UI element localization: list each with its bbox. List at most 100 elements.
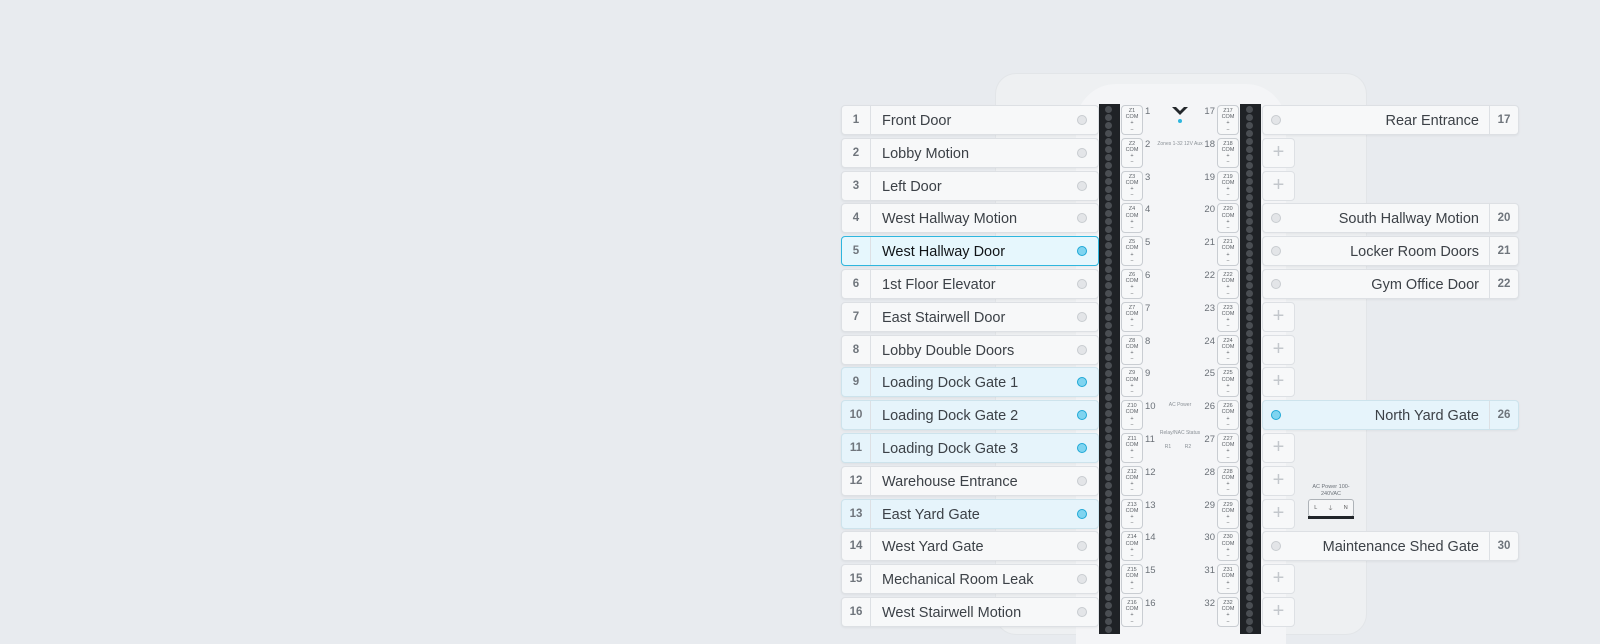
add-zone-button[interactable]: + [1262, 170, 1295, 201]
terminal-screw [1246, 282, 1253, 289]
terminal-screw [1246, 346, 1253, 353]
zone-row[interactable]: 15 Mechanical Room Leak [841, 564, 1099, 595]
add-zone-button[interactable]: + [1262, 564, 1295, 595]
zone-row[interactable]: 21 Locker Room Doors [1262, 236, 1519, 267]
add-zone-button[interactable]: + [1262, 334, 1295, 365]
zone-row[interactable]: 5 West Hallway Door [841, 236, 1099, 267]
zone-row[interactable]: 8 Lobby Double Doors [841, 334, 1099, 365]
terminal-screw [1105, 322, 1112, 329]
terminal-screw [1105, 562, 1112, 569]
terminal-screw [1105, 250, 1112, 257]
terminal-screw [1246, 522, 1253, 529]
terminal-block-z4: Z4 COM + − [1121, 203, 1143, 234]
terminal-screw [1105, 306, 1112, 313]
zone-number: 20 [1489, 204, 1518, 233]
terminal-minus-label: − [1130, 487, 1134, 494]
terminal-screw [1246, 314, 1253, 321]
terminal-number: 23 [1204, 302, 1215, 314]
terminal-minus-label: − [1130, 323, 1134, 330]
zone-row[interactable]: 22 Gym Office Door [1262, 269, 1519, 299]
terminal-screw [1105, 610, 1112, 617]
terminal-number: 11 [1145, 434, 1155, 445]
zone-row[interactable]: 20 South Hallway Motion [1262, 203, 1519, 234]
add-zone-button[interactable]: + [1262, 465, 1295, 496]
add-zone-button[interactable]: + [1262, 367, 1295, 398]
zone-row[interactable]: 3 Left Door [841, 170, 1099, 201]
zone-label: Warehouse Entrance [882, 473, 1018, 490]
terminal-screw [1246, 506, 1253, 513]
zone-status-indicator [1077, 213, 1087, 224]
terminal-screw [1246, 210, 1253, 217]
terminal-screw [1246, 338, 1253, 345]
zone-number: 10 [842, 401, 871, 430]
terminal-screw [1246, 306, 1253, 313]
terminal-screw [1246, 434, 1253, 441]
add-zone-button[interactable]: + [1262, 137, 1295, 168]
ac-power-connector: L ⏚ N [1308, 499, 1354, 517]
terminal-screw [1246, 490, 1253, 497]
terminal-minus-label: − [1226, 520, 1230, 527]
terminal-screw [1105, 410, 1112, 417]
terminal-screw [1246, 386, 1253, 393]
terminal-screw [1246, 402, 1253, 409]
terminal-screw [1246, 426, 1253, 433]
zone-row[interactable]: 9 Loading Dock Gate 1 [841, 367, 1099, 398]
terminal-screw [1105, 162, 1112, 169]
zone-label: Lobby Motion [882, 145, 970, 162]
zone-label: Left Door [882, 178, 942, 195]
zone-number: 2 [842, 138, 871, 167]
terminal-screw [1105, 554, 1112, 561]
zone-status-indicator [1077, 508, 1087, 519]
terminal-screw [1105, 290, 1112, 297]
zone-row[interactable]: 1 Front Door [841, 105, 1099, 135]
terminal-screw [1105, 114, 1112, 121]
terminal-minus-label: − [1130, 192, 1134, 199]
terminal-screw [1105, 186, 1112, 193]
add-zone-button[interactable]: + [1262, 597, 1295, 627]
terminal-screw [1105, 466, 1112, 473]
terminal-block-z28: Z28 COM + − [1217, 465, 1239, 496]
left-terminal-strip [1099, 104, 1120, 634]
zone-row[interactable]: 26 North Yard Gate [1262, 400, 1519, 431]
plug-ground-label: ⏚ [1327, 506, 1334, 512]
terminal-number: 26 [1204, 401, 1215, 413]
terminal-block-z30: Z30 COM + − [1217, 531, 1239, 562]
terminal-number: 16 [1145, 598, 1156, 609]
terminal-screw [1246, 274, 1253, 281]
zone-row[interactable]: 12 Warehouse Entrance [841, 465, 1099, 496]
zone-row[interactable]: 2 Lobby Motion [841, 137, 1099, 168]
zone-row[interactable]: 13 East Yard Gate [841, 498, 1099, 529]
terminal-number: 17 [1204, 106, 1215, 117]
zone-row[interactable]: 6 1st Floor Elevator [841, 269, 1099, 299]
zone-row[interactable]: 11 Loading Dock Gate 3 [841, 433, 1099, 463]
zone-row[interactable]: 10 Loading Dock Gate 2 [841, 400, 1099, 431]
zone-row[interactable]: 16 West Stairwell Motion [841, 597, 1099, 627]
terminal-block-z18: Z18 COM + − [1217, 137, 1239, 168]
zone-row[interactable]: 17 Rear Entrance [1262, 105, 1519, 135]
terminal-block-z16: Z16 COM + − [1121, 597, 1143, 627]
zone-row[interactable]: 7 East Stairwell Door [841, 301, 1099, 332]
zone-row[interactable]: 4 West Hallway Motion [841, 203, 1099, 234]
zone-label: Front Door [882, 113, 952, 129]
add-zone-button[interactable]: + [1262, 433, 1295, 463]
terminal-screw [1105, 210, 1112, 217]
add-zone-button[interactable]: + [1262, 498, 1295, 529]
terminal-screw [1105, 378, 1112, 385]
zone-label: West Yard Gate [882, 539, 984, 556]
zone-number: 12 [842, 466, 871, 495]
terminal-minus-label: − [1130, 520, 1134, 527]
terminal-number: 3 [1145, 171, 1151, 183]
terminal-screw [1246, 538, 1253, 545]
zone-row[interactable]: 30 Maintenance Shed Gate [1262, 531, 1519, 562]
terminal-screw [1105, 354, 1112, 361]
terminal-minus-label: − [1130, 290, 1134, 297]
terminal-screw [1246, 466, 1253, 473]
terminal-screw [1246, 554, 1253, 561]
terminal-block-z21: Z21 COM + − [1217, 236, 1239, 267]
terminal-minus-label: − [1130, 585, 1134, 592]
terminal-number: 8 [1145, 335, 1151, 347]
zone-row[interactable]: 14 West Yard Gate [841, 531, 1099, 562]
zone-number: 16 [842, 598, 871, 626]
add-zone-button[interactable]: + [1262, 301, 1295, 332]
terminal-screw [1105, 130, 1112, 137]
